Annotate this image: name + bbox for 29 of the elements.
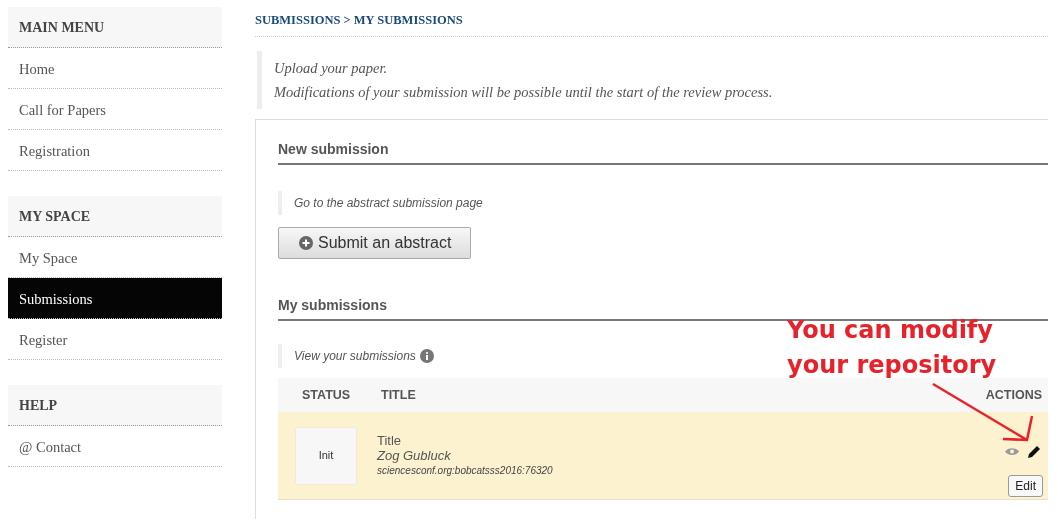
sidebar-item[interactable]: @ Contact [8, 426, 222, 467]
submission-id: sciencesconf.org:bobcatsss2016:76320 [377, 464, 554, 478]
sidebar-heading: HELP [8, 385, 222, 426]
edit-button[interactable]: Edit [1008, 474, 1043, 497]
submit-button[interactable]: Submit an abstract [278, 227, 472, 259]
info-icon[interactable] [419, 349, 434, 363]
title-text: Title [377, 433, 403, 448]
status-badge: Init [296, 427, 356, 484]
sidebar-item[interactable]: Register [8, 319, 222, 360]
sidebar-item[interactable]: Submissions [8, 278, 222, 319]
breadcrumb[interactable]: SUBMISSIONS > MY SUBMISSIONS [255, 0, 1048, 37]
note-text: Go to the abstract submission page [294, 195, 483, 212]
column-header: TITLE [381, 386, 417, 404]
author-text: Zog Gubluck [377, 448, 452, 463]
section-heading: New submission [278, 139, 1048, 165]
sidebar-item[interactable]: Home [8, 48, 222, 89]
annotation-text: your repository [787, 350, 997, 381]
sidebar-item[interactable]: Registration [8, 130, 222, 171]
column-header: STATUS [301, 386, 352, 404]
plus-circle-icon [299, 236, 313, 250]
intro-text: Upload your paper. [274, 59, 389, 78]
note-text: View your submissions [294, 348, 416, 365]
eye-icon[interactable] [1005, 447, 1019, 456]
sidebar-heading: MY SPACE [8, 196, 222, 237]
sidebar-item[interactable]: Call for Papers [8, 89, 222, 130]
intro-text: Modifications of your submission will be possible until the start of the review process. [274, 83, 774, 102]
column-header: ACTIONS [985, 386, 1042, 404]
sidebar-heading: MAIN MENU [8, 7, 222, 48]
pencil-icon[interactable] [1027, 444, 1041, 459]
